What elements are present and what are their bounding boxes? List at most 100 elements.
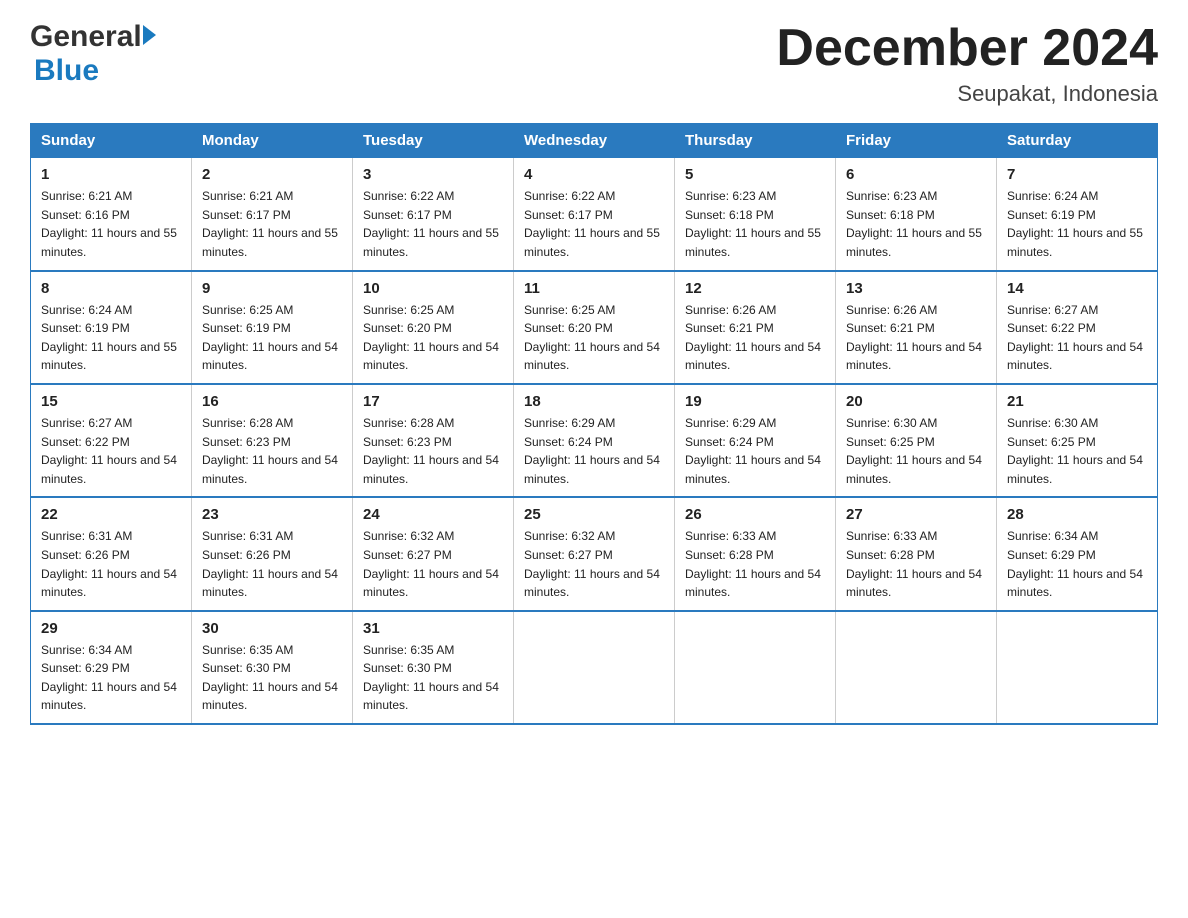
day-info: Sunrise: 6:21 AMSunset: 6:17 PMDaylight:…: [202, 187, 342, 261]
day-info: Sunrise: 6:31 AMSunset: 6:26 PMDaylight:…: [41, 527, 181, 601]
calendar-cell: 20 Sunrise: 6:30 AMSunset: 6:25 PMDaylig…: [836, 384, 997, 497]
calendar-cell: 10 Sunrise: 6:25 AMSunset: 6:20 PMDaylig…: [353, 271, 514, 384]
day-info: Sunrise: 6:35 AMSunset: 6:30 PMDaylight:…: [202, 641, 342, 715]
day-number: 3: [363, 166, 503, 183]
day-number: 12: [685, 280, 825, 297]
calendar-cell: 9 Sunrise: 6:25 AMSunset: 6:19 PMDayligh…: [192, 271, 353, 384]
calendar-cell: 14 Sunrise: 6:27 AMSunset: 6:22 PMDaylig…: [997, 271, 1158, 384]
day-info: Sunrise: 6:35 AMSunset: 6:30 PMDaylight:…: [363, 641, 503, 715]
day-info: Sunrise: 6:24 AMSunset: 6:19 PMDaylight:…: [1007, 187, 1147, 261]
day-info: Sunrise: 6:25 AMSunset: 6:20 PMDaylight:…: [363, 301, 503, 375]
logo-blue-text: Blue: [34, 54, 99, 87]
day-number: 14: [1007, 280, 1147, 297]
calendar-cell: 5 Sunrise: 6:23 AMSunset: 6:18 PMDayligh…: [675, 158, 836, 271]
logo-general-text: General: [30, 20, 142, 54]
day-number: 23: [202, 506, 342, 523]
calendar-cell: 3 Sunrise: 6:22 AMSunset: 6:17 PMDayligh…: [353, 158, 514, 271]
day-info: Sunrise: 6:31 AMSunset: 6:26 PMDaylight:…: [202, 527, 342, 601]
day-info: Sunrise: 6:33 AMSunset: 6:28 PMDaylight:…: [846, 527, 986, 601]
calendar-week-row: 8 Sunrise: 6:24 AMSunset: 6:19 PMDayligh…: [31, 271, 1158, 384]
day-number: 27: [846, 506, 986, 523]
calendar-cell: 13 Sunrise: 6:26 AMSunset: 6:21 PMDaylig…: [836, 271, 997, 384]
day-info: Sunrise: 6:32 AMSunset: 6:27 PMDaylight:…: [524, 527, 664, 601]
calendar-cell: 6 Sunrise: 6:23 AMSunset: 6:18 PMDayligh…: [836, 158, 997, 271]
page-header: General Blue December 2024 Seupakat, Ind…: [30, 20, 1158, 107]
calendar-week-row: 1 Sunrise: 6:21 AMSunset: 6:16 PMDayligh…: [31, 158, 1158, 271]
day-number: 31: [363, 620, 503, 637]
day-info: Sunrise: 6:25 AMSunset: 6:20 PMDaylight:…: [524, 301, 664, 375]
column-header-tuesday: Tuesday: [353, 124, 514, 158]
calendar-cell: 25 Sunrise: 6:32 AMSunset: 6:27 PMDaylig…: [514, 497, 675, 610]
calendar-cell: 22 Sunrise: 6:31 AMSunset: 6:26 PMDaylig…: [31, 497, 192, 610]
day-info: Sunrise: 6:28 AMSunset: 6:23 PMDaylight:…: [363, 414, 503, 488]
column-header-sunday: Sunday: [31, 124, 192, 158]
calendar-cell: 31 Sunrise: 6:35 AMSunset: 6:30 PMDaylig…: [353, 611, 514, 724]
column-header-wednesday: Wednesday: [514, 124, 675, 158]
calendar-cell: 30 Sunrise: 6:35 AMSunset: 6:30 PMDaylig…: [192, 611, 353, 724]
calendar-cell: 18 Sunrise: 6:29 AMSunset: 6:24 PMDaylig…: [514, 384, 675, 497]
calendar-cell: 17 Sunrise: 6:28 AMSunset: 6:23 PMDaylig…: [353, 384, 514, 497]
day-number: 2: [202, 166, 342, 183]
day-number: 7: [1007, 166, 1147, 183]
column-header-saturday: Saturday: [997, 124, 1158, 158]
day-number: 18: [524, 393, 664, 410]
day-number: 28: [1007, 506, 1147, 523]
day-number: 9: [202, 280, 342, 297]
day-number: 6: [846, 166, 986, 183]
column-header-friday: Friday: [836, 124, 997, 158]
calendar-cell: 27 Sunrise: 6:33 AMSunset: 6:28 PMDaylig…: [836, 497, 997, 610]
calendar-cell: 21 Sunrise: 6:30 AMSunset: 6:25 PMDaylig…: [997, 384, 1158, 497]
calendar-cell: 15 Sunrise: 6:27 AMSunset: 6:22 PMDaylig…: [31, 384, 192, 497]
day-info: Sunrise: 6:29 AMSunset: 6:24 PMDaylight:…: [685, 414, 825, 488]
day-number: 11: [524, 280, 664, 297]
calendar-cell: 1 Sunrise: 6:21 AMSunset: 6:16 PMDayligh…: [31, 158, 192, 271]
calendar-cell: 16 Sunrise: 6:28 AMSunset: 6:23 PMDaylig…: [192, 384, 353, 497]
calendar-cell: 24 Sunrise: 6:32 AMSunset: 6:27 PMDaylig…: [353, 497, 514, 610]
column-header-thursday: Thursday: [675, 124, 836, 158]
day-info: Sunrise: 6:29 AMSunset: 6:24 PMDaylight:…: [524, 414, 664, 488]
calendar-cell: 29 Sunrise: 6:34 AMSunset: 6:29 PMDaylig…: [31, 611, 192, 724]
calendar-cell: 23 Sunrise: 6:31 AMSunset: 6:26 PMDaylig…: [192, 497, 353, 610]
day-info: Sunrise: 6:30 AMSunset: 6:25 PMDaylight:…: [1007, 414, 1147, 488]
day-number: 4: [524, 166, 664, 183]
day-number: 16: [202, 393, 342, 410]
day-number: 24: [363, 506, 503, 523]
calendar-cell: [675, 611, 836, 724]
day-number: 19: [685, 393, 825, 410]
calendar-week-row: 29 Sunrise: 6:34 AMSunset: 6:29 PMDaylig…: [31, 611, 1158, 724]
calendar-cell: 12 Sunrise: 6:26 AMSunset: 6:21 PMDaylig…: [675, 271, 836, 384]
day-number: 15: [41, 393, 181, 410]
day-info: Sunrise: 6:21 AMSunset: 6:16 PMDaylight:…: [41, 187, 181, 261]
day-info: Sunrise: 6:27 AMSunset: 6:22 PMDaylight:…: [41, 414, 181, 488]
column-header-monday: Monday: [192, 124, 353, 158]
day-info: Sunrise: 6:28 AMSunset: 6:23 PMDaylight:…: [202, 414, 342, 488]
calendar-table: SundayMondayTuesdayWednesdayThursdayFrid…: [30, 123, 1158, 725]
day-number: 25: [524, 506, 664, 523]
calendar-header-row: SundayMondayTuesdayWednesdayThursdayFrid…: [31, 124, 1158, 158]
logo-triangle-icon: [143, 25, 156, 45]
calendar-cell: 8 Sunrise: 6:24 AMSunset: 6:19 PMDayligh…: [31, 271, 192, 384]
day-info: Sunrise: 6:23 AMSunset: 6:18 PMDaylight:…: [685, 187, 825, 261]
logo: General Blue: [30, 20, 156, 88]
day-number: 20: [846, 393, 986, 410]
month-title: December 2024: [776, 20, 1158, 77]
day-info: Sunrise: 6:30 AMSunset: 6:25 PMDaylight:…: [846, 414, 986, 488]
calendar-week-row: 15 Sunrise: 6:27 AMSunset: 6:22 PMDaylig…: [31, 384, 1158, 497]
calendar-cell: 7 Sunrise: 6:24 AMSunset: 6:19 PMDayligh…: [997, 158, 1158, 271]
day-number: 10: [363, 280, 503, 297]
calendar-cell: 4 Sunrise: 6:22 AMSunset: 6:17 PMDayligh…: [514, 158, 675, 271]
day-info: Sunrise: 6:26 AMSunset: 6:21 PMDaylight:…: [685, 301, 825, 375]
calendar-cell: 28 Sunrise: 6:34 AMSunset: 6:29 PMDaylig…: [997, 497, 1158, 610]
location-label: Seupakat, Indonesia: [776, 81, 1158, 107]
day-info: Sunrise: 6:34 AMSunset: 6:29 PMDaylight:…: [1007, 527, 1147, 601]
day-number: 13: [846, 280, 986, 297]
day-number: 26: [685, 506, 825, 523]
day-number: 1: [41, 166, 181, 183]
day-info: Sunrise: 6:22 AMSunset: 6:17 PMDaylight:…: [524, 187, 664, 261]
day-info: Sunrise: 6:26 AMSunset: 6:21 PMDaylight:…: [846, 301, 986, 375]
day-info: Sunrise: 6:34 AMSunset: 6:29 PMDaylight:…: [41, 641, 181, 715]
day-info: Sunrise: 6:33 AMSunset: 6:28 PMDaylight:…: [685, 527, 825, 601]
day-number: 30: [202, 620, 342, 637]
day-number: 22: [41, 506, 181, 523]
day-info: Sunrise: 6:23 AMSunset: 6:18 PMDaylight:…: [846, 187, 986, 261]
